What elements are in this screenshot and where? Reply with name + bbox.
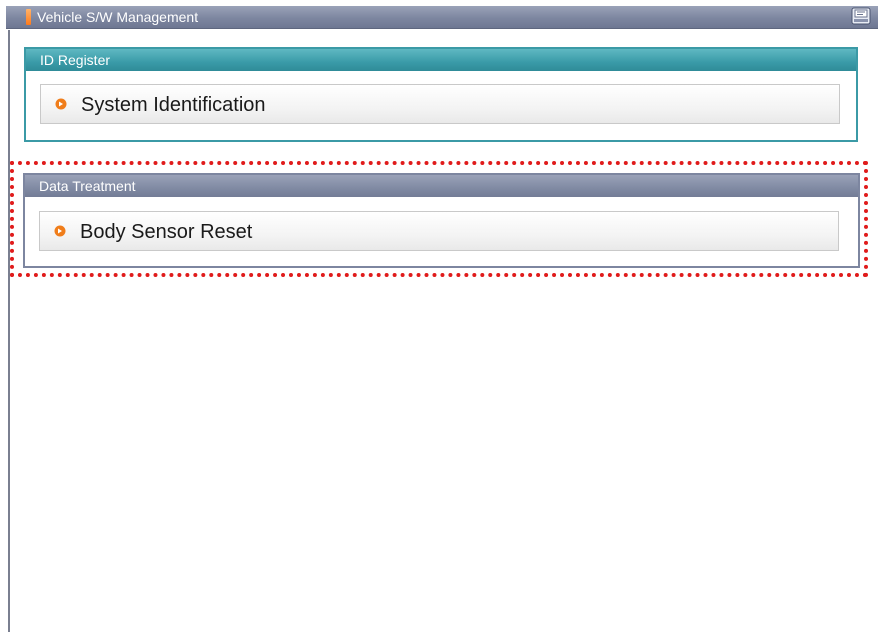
window-left-border: [8, 30, 10, 632]
data-treatment-panel: Data Treatment Body Sensor Reset: [23, 173, 860, 268]
panel-header-data-treatment: Data Treatment: [25, 175, 858, 197]
vehicle-sw-management-window: Vehicle S/W Management ID Register Syste…: [0, 0, 884, 632]
window-title: Vehicle S/W Management: [37, 9, 199, 25]
body-sensor-reset-button[interactable]: Body Sensor Reset: [39, 211, 839, 251]
orange-arrow-bullet-icon: [54, 225, 66, 237]
id-register-panel: ID Register System Identification: [24, 47, 858, 142]
orange-arrow-bullet-icon: [55, 98, 67, 110]
body-sensor-reset-label: Body Sensor Reset: [80, 221, 253, 243]
title-marker-icon: [26, 9, 31, 25]
panel-header-id-register: ID Register: [26, 49, 856, 71]
system-identification-button[interactable]: System Identification: [40, 84, 840, 124]
system-identification-label: System Identification: [81, 94, 266, 116]
help-book-icon[interactable]: [851, 7, 871, 25]
